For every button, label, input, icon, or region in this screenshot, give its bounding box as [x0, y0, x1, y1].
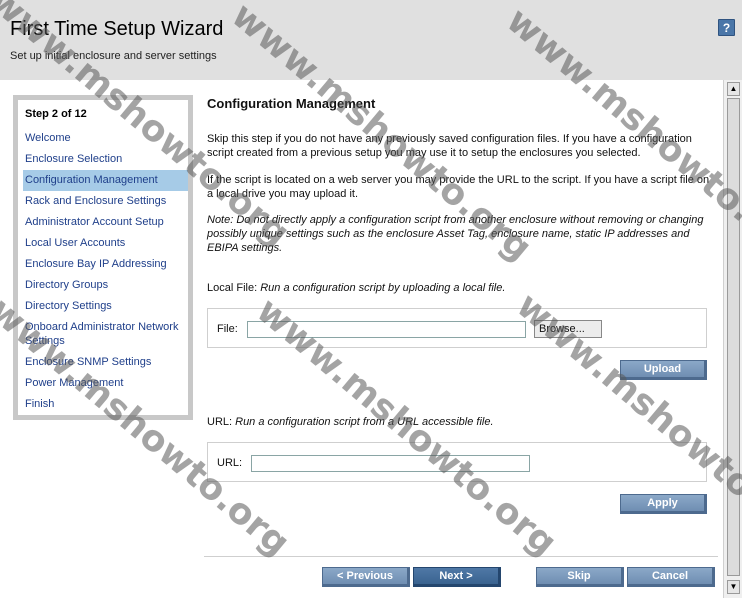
web-server-text: If the script is located on a web server… [207, 174, 710, 200]
sidebar-item-configuration-management[interactable]: Configuration Management [23, 170, 188, 191]
sidebar-item-snmp-settings[interactable]: Enclosure SNMP Settings [23, 352, 188, 373]
scroll-down-icon[interactable]: ▼ [727, 580, 740, 594]
scroll-up-icon[interactable]: ▲ [727, 82, 740, 96]
sidebar-item-enclosure-selection[interactable]: Enclosure Selection [23, 149, 188, 170]
file-input[interactable] [247, 321, 526, 338]
wizard-steps-list: Welcome Enclosure Selection Configuratio… [23, 128, 188, 415]
local-file-section-label: Local File: Run a configuration script b… [207, 282, 505, 294]
footer-divider [204, 556, 718, 557]
url-box: URL: [207, 442, 707, 482]
note-text: Note: Do not directly apply a configurat… [207, 214, 704, 254]
help-icon[interactable]: ? [718, 19, 735, 36]
url-input[interactable] [251, 455, 530, 472]
page-title: First Time Setup Wizard [10, 18, 224, 40]
main-content: Configuration Management Skip this step … [199, 80, 723, 598]
sidebar-item-administrator-account-setup[interactable]: Administrator Account Setup [23, 212, 188, 233]
previous-button[interactable]: < Previous [322, 567, 410, 587]
sidebar-item-oa-network-settings[interactable]: Onboard Administrator Network Settings [23, 317, 188, 352]
next-button[interactable]: Next > [413, 567, 501, 587]
url-label: URL: [207, 416, 233, 428]
local-file-description: Run a configuration script by uploading … [260, 282, 506, 294]
step-counter: Step 2 of 12 [25, 108, 87, 120]
apply-button[interactable]: Apply [620, 494, 707, 514]
sidebar-item-rack-enclosure-settings[interactable]: Rack and Enclosure Settings [23, 191, 188, 212]
left-column: Step 2 of 12 Welcome Enclosure Selection… [0, 80, 199, 598]
sidebar-item-welcome[interactable]: Welcome [23, 128, 188, 149]
local-file-box: File: Browse... [207, 308, 707, 348]
browse-button[interactable]: Browse... [534, 320, 602, 338]
sidebar-item-local-user-accounts[interactable]: Local User Accounts [23, 233, 188, 254]
vertical-scrollbar[interactable]: ▲ ▼ [723, 80, 742, 598]
cancel-button[interactable]: Cancel [627, 567, 715, 587]
sidebar-item-power-management[interactable]: Power Management [23, 373, 188, 394]
skip-button[interactable]: Skip [536, 567, 624, 587]
page-subtitle: Set up initial enclosure and server sett… [10, 50, 217, 62]
url-field-label: URL: [217, 457, 243, 469]
sidebar-item-enclosure-bay-ip[interactable]: Enclosure Bay IP Addressing [23, 254, 188, 275]
url-description: Run a configuration script from a URL ac… [235, 416, 494, 428]
upload-button[interactable]: Upload [620, 360, 707, 380]
wizard-steps-panel: Step 2 of 12 Welcome Enclosure Selection… [13, 95, 193, 420]
local-file-label: Local File: [207, 282, 258, 294]
sidebar-item-directory-settings[interactable]: Directory Settings [23, 296, 188, 317]
file-field-label: File: [217, 323, 238, 335]
section-heading: Configuration Management [207, 96, 376, 111]
sidebar-item-finish[interactable]: Finish [23, 394, 188, 415]
sidebar-item-directory-groups[interactable]: Directory Groups [23, 275, 188, 296]
intro-text: Skip this step if you do not have any pr… [207, 133, 692, 159]
url-section-label: URL: Run a configuration script from a U… [207, 416, 494, 428]
scrollbar-thumb[interactable] [727, 98, 740, 576]
wizard-header: First Time Setup Wizard Set up initial e… [0, 0, 742, 80]
